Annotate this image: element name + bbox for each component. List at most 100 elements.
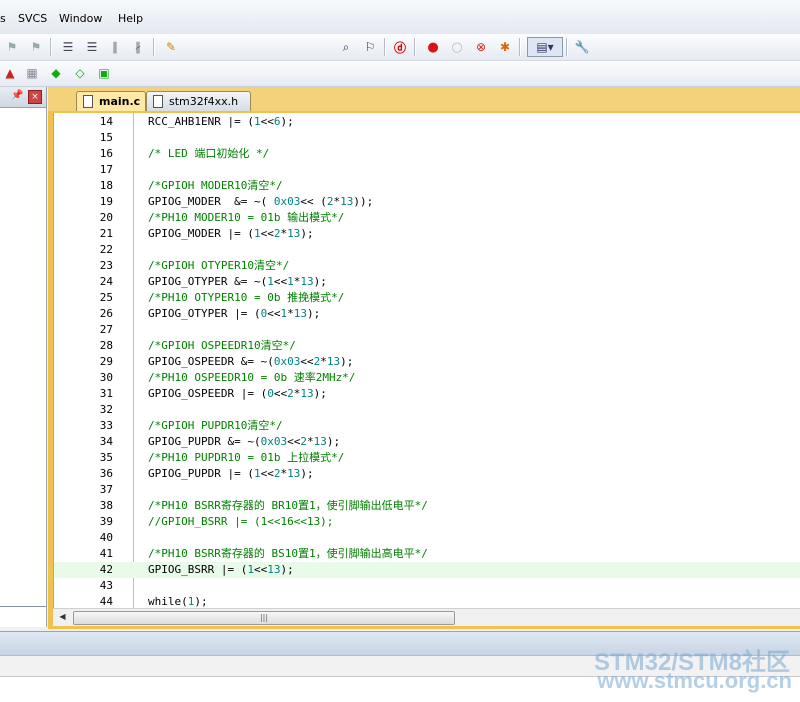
code-line[interactable]: 21 GPIOG_MODER |= (1<<2*13); [54, 226, 800, 242]
code-line[interactable]: 22 [54, 242, 800, 258]
code-line[interactable]: 25 /*PH10 OTYPER10 = 0b 推挽模式*/ [54, 290, 800, 306]
code-text: /*PH10 OTYPER10 = 0b 推挽模式*/ [148, 291, 345, 304]
line-number: 17 [99, 163, 113, 176]
find-in-files-icon[interactable]: ✎ [163, 39, 179, 55]
code-line[interactable]: 23 /*GPIOH OTYPER10清空*/ [54, 258, 800, 274]
line-number: 26 [99, 307, 113, 320]
code-text: RCC_AHB1ENR |= (1<<6); [148, 115, 294, 128]
code-text: GPIOG_PUPDR &= ~(0x03<<2*13); [148, 435, 341, 448]
download-icon[interactable]: ▣ [96, 65, 112, 81]
build-icon[interactable]: ▦ [24, 65, 40, 81]
line-number: 44 [99, 595, 113, 608]
code-line[interactable]: 35 /*PH10 PUPDR10 = 01b 上拉模式*/ [54, 450, 800, 466]
line-number: 43 [99, 579, 113, 592]
code-line[interactable]: 43 [54, 578, 800, 594]
horizontal-scrollbar[interactable]: ◀ ||| [53, 608, 800, 626]
code-line[interactable]: 44 while(1); [54, 594, 800, 609]
batch-build-icon[interactable]: ◇ [72, 65, 88, 81]
tab-main-c[interactable]: main.c [76, 91, 146, 111]
line-number: 33 [99, 419, 113, 432]
toolbar-build: ▲ ▦ ◆ ◇ ▣ [0, 61, 800, 87]
line-number: 15 [99, 131, 113, 144]
code-line[interactable]: 26 GPIOG_OTYPER |= (0<<1*13); [54, 306, 800, 322]
code-line[interactable]: 27 [54, 322, 800, 338]
code-line[interactable]: 42 GPIOG_BSRR |= (1<<13); [54, 562, 800, 578]
code-line[interactable]: 33 /*GPIOH PUPDR10清空*/ [54, 418, 800, 434]
line-number: 23 [99, 259, 113, 272]
pin-icon[interactable]: 📌 [11, 90, 23, 101]
code-text: //GPIOH_BSRR |= (1<<16<<13); [148, 515, 334, 528]
tab-label: main.c [99, 95, 141, 108]
uncomment-icon[interactable]: ∦ [130, 39, 146, 55]
code-line[interactable]: 20 /*PH10 MODER10 = 01b 输出模式*/ [54, 210, 800, 226]
code-text: /*PH10 BSRR寄存器的 BR10置1，使引脚输出低电平*/ [148, 499, 428, 512]
code-line[interactable]: 41 /*PH10 BSRR寄存器的 BS10置1，使引脚输出高电平*/ [54, 546, 800, 562]
code-line[interactable]: 37 [54, 482, 800, 498]
scrollbar-thumb[interactable]: ||| [73, 611, 455, 625]
code-line[interactable]: 28 /*GPIOH OSPEEDR10清空*/ [54, 338, 800, 354]
code-line[interactable]: 34 GPIOG_PUPDR &= ~(0x03<<2*13); [54, 434, 800, 450]
line-number: 16 [99, 147, 113, 160]
menu-item-project[interactable]: s [0, 12, 6, 25]
rebuild-icon[interactable]: ◆ [48, 65, 64, 81]
translate-icon[interactable]: ▲ [2, 65, 18, 81]
code-line[interactable]: 40 [54, 530, 800, 546]
code-text: /*PH10 MODER10 = 01b 输出模式*/ [148, 211, 345, 224]
kill-breakpoints-icon[interactable]: ✱ [497, 39, 513, 55]
line-number: 29 [99, 355, 113, 368]
code-line[interactable]: 38 /*PH10 BSRR寄存器的 BR10置1，使引脚输出低电平*/ [54, 498, 800, 514]
line-number: 38 [99, 499, 113, 512]
line-number: 35 [99, 451, 113, 464]
code-line[interactable]: 24 GPIOG_OTYPER &= ~(1<<1*13); [54, 274, 800, 290]
code-editor[interactable]: 14 RCC_AHB1ENR |= (1<<6); 15 16 /* LED 端口初始化… [53, 113, 800, 609]
line-number: 30 [99, 371, 113, 384]
line-number: 36 [99, 467, 113, 480]
code-line[interactable]: 14 RCC_AHB1ENR |= (1<<6); [54, 114, 800, 130]
code-line[interactable]: 16 /* LED 端口初始化 */ [54, 146, 800, 162]
window-icon[interactable]: ▤▾ [527, 37, 563, 57]
project-pane-divider [0, 606, 46, 607]
menu-item-help[interactable]: Help [118, 12, 143, 25]
bookmark-next-icon[interactable]: ⚑ [28, 39, 44, 55]
configure-icon[interactable]: 🔧 [574, 39, 590, 55]
line-number: 31 [99, 387, 113, 400]
project-pane-header: 📌 × [0, 87, 46, 108]
scroll-left-icon[interactable]: ◀ [55, 610, 70, 624]
find-icon[interactable]: ⌕ [338, 39, 354, 55]
breakpoint-icon[interactable]: ● [425, 39, 441, 55]
code-text: /*PH10 PUPDR10 = 01b 上拉模式*/ [148, 451, 345, 464]
line-number: 34 [99, 435, 113, 448]
bookmark-prev-icon[interactable]: ⚑ [4, 39, 20, 55]
code-line[interactable]: 29 GPIOG_OSPEEDR &= ~(0x03<<2*13); [54, 354, 800, 370]
code-line[interactable]: 30 /*PH10 OSPEEDR10 = 0b 速率2MHz*/ [54, 370, 800, 386]
watermark-url: www.stmcu.org.cn [597, 668, 792, 693]
close-icon[interactable]: × [28, 90, 42, 104]
line-number: 42 [99, 563, 113, 576]
unindent-icon[interactable]: ☰ [84, 39, 100, 55]
code-line[interactable]: 39 //GPIOH_BSRR |= (1<<16<<13); [54, 514, 800, 530]
code-line[interactable]: 17 [54, 162, 800, 178]
toolbar-edit: ⚑ ⚑ ☰ ☰ ∥ ∦ ✎ ▼ ⌕ ⚐ ⓓ ● ○ ⊗ ✱ ▤▾ 🔧 [0, 34, 800, 90]
file-icon [153, 95, 163, 108]
code-line[interactable]: 19 GPIOG_MODER &= ~( 0x03<< (2*13)); [54, 194, 800, 210]
menu-item-window[interactable]: Window [59, 12, 102, 25]
code-text: /*PH10 BSRR寄存器的 BS10置1，使引脚输出高电平*/ [148, 547, 428, 560]
menu-item-svcs[interactable]: SVCS [18, 12, 47, 25]
line-number: 39 [99, 515, 113, 528]
incremental-find-icon[interactable]: ⚐ [362, 39, 378, 55]
code-line[interactable]: 31 GPIOG_OSPEEDR |= (0<<2*13); [54, 386, 800, 402]
disable-breakpoint-icon[interactable]: ○ [449, 39, 465, 55]
line-number: 14 [99, 115, 113, 128]
comment-icon[interactable]: ∥ [107, 39, 123, 55]
editor-tabs: stm32f4xx.h main.c [48, 87, 800, 111]
code-text: /* LED 端口初始化 */ [148, 147, 270, 160]
indent-icon[interactable]: ☰ [60, 39, 76, 55]
clear-breakpoints-icon[interactable]: ⊗ [473, 39, 489, 55]
tab-stm32f4xx-h[interactable]: stm32f4xx.h [146, 91, 251, 111]
code-line[interactable]: 32 [54, 402, 800, 418]
code-line[interactable]: 36 GPIOG_PUPDR |= (1<<2*13); [54, 466, 800, 482]
code-line[interactable]: 18 /*GPIOH MODER10清空*/ [54, 178, 800, 194]
debug-icon[interactable]: ⓓ [392, 39, 408, 55]
code-line[interactable]: 15 [54, 130, 800, 146]
code-text: /*GPIOH OTYPER10清空*/ [148, 259, 290, 272]
